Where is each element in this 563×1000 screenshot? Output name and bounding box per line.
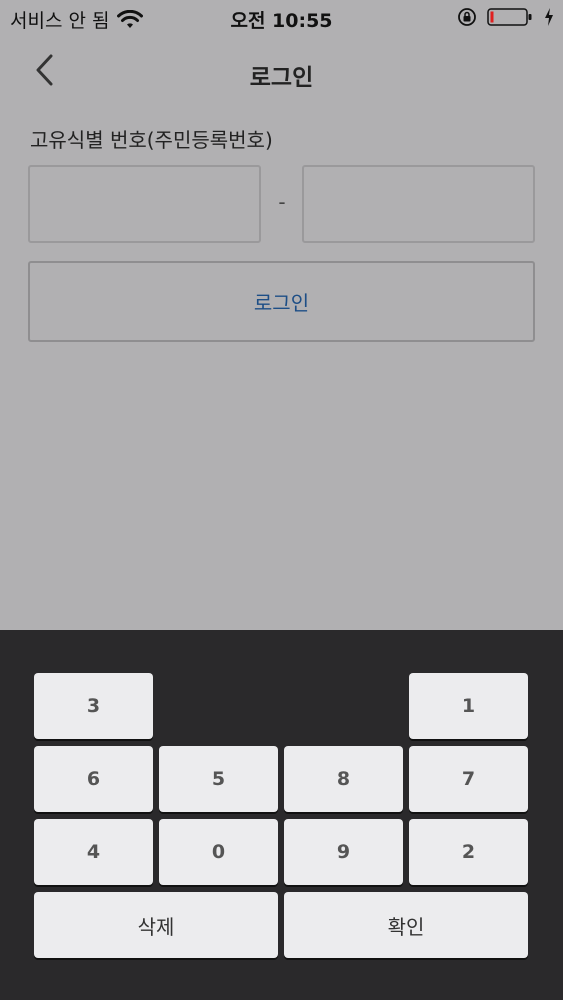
login-screen: 서비스 안 됨 오전 10:55 로그인 고유식별 번호(주민등록번호) - 로… bbox=[0, 0, 563, 1000]
key-1[interactable]: 1 bbox=[409, 673, 528, 739]
key-7[interactable]: 7 bbox=[409, 746, 528, 812]
navigation-bar: 로그인 bbox=[0, 38, 563, 104]
confirm-key[interactable]: 확인 bbox=[284, 892, 528, 958]
id-number-label: 고유식별 번호(주민등록번호) bbox=[30, 128, 273, 152]
rotation-lock-icon bbox=[458, 8, 476, 26]
key-0[interactable]: 0 bbox=[159, 819, 278, 885]
login-button[interactable]: 로그인 bbox=[28, 261, 535, 342]
page-title: 로그인 bbox=[249, 65, 314, 91]
delete-key[interactable]: 삭제 bbox=[34, 892, 278, 958]
id-front-input[interactable] bbox=[28, 165, 261, 243]
key-3[interactable]: 3 bbox=[34, 673, 153, 739]
id-separator: - bbox=[278, 190, 286, 214]
status-indicators bbox=[457, 7, 555, 27]
status-bar: 서비스 안 됨 오전 10:55 bbox=[0, 0, 563, 38]
key-5[interactable]: 5 bbox=[159, 746, 278, 812]
key-4[interactable]: 4 bbox=[34, 819, 153, 885]
charging-icon bbox=[545, 8, 553, 26]
key-2[interactable]: 2 bbox=[409, 819, 528, 885]
secure-keypad: 3 1 6 5 8 7 4 0 9 2 삭제 확인 bbox=[0, 630, 563, 1000]
id-back-input[interactable] bbox=[302, 165, 535, 243]
battery-icon bbox=[487, 8, 532, 26]
key-6[interactable]: 6 bbox=[34, 746, 153, 812]
key-9[interactable]: 9 bbox=[284, 819, 403, 885]
key-8[interactable]: 8 bbox=[284, 746, 403, 812]
